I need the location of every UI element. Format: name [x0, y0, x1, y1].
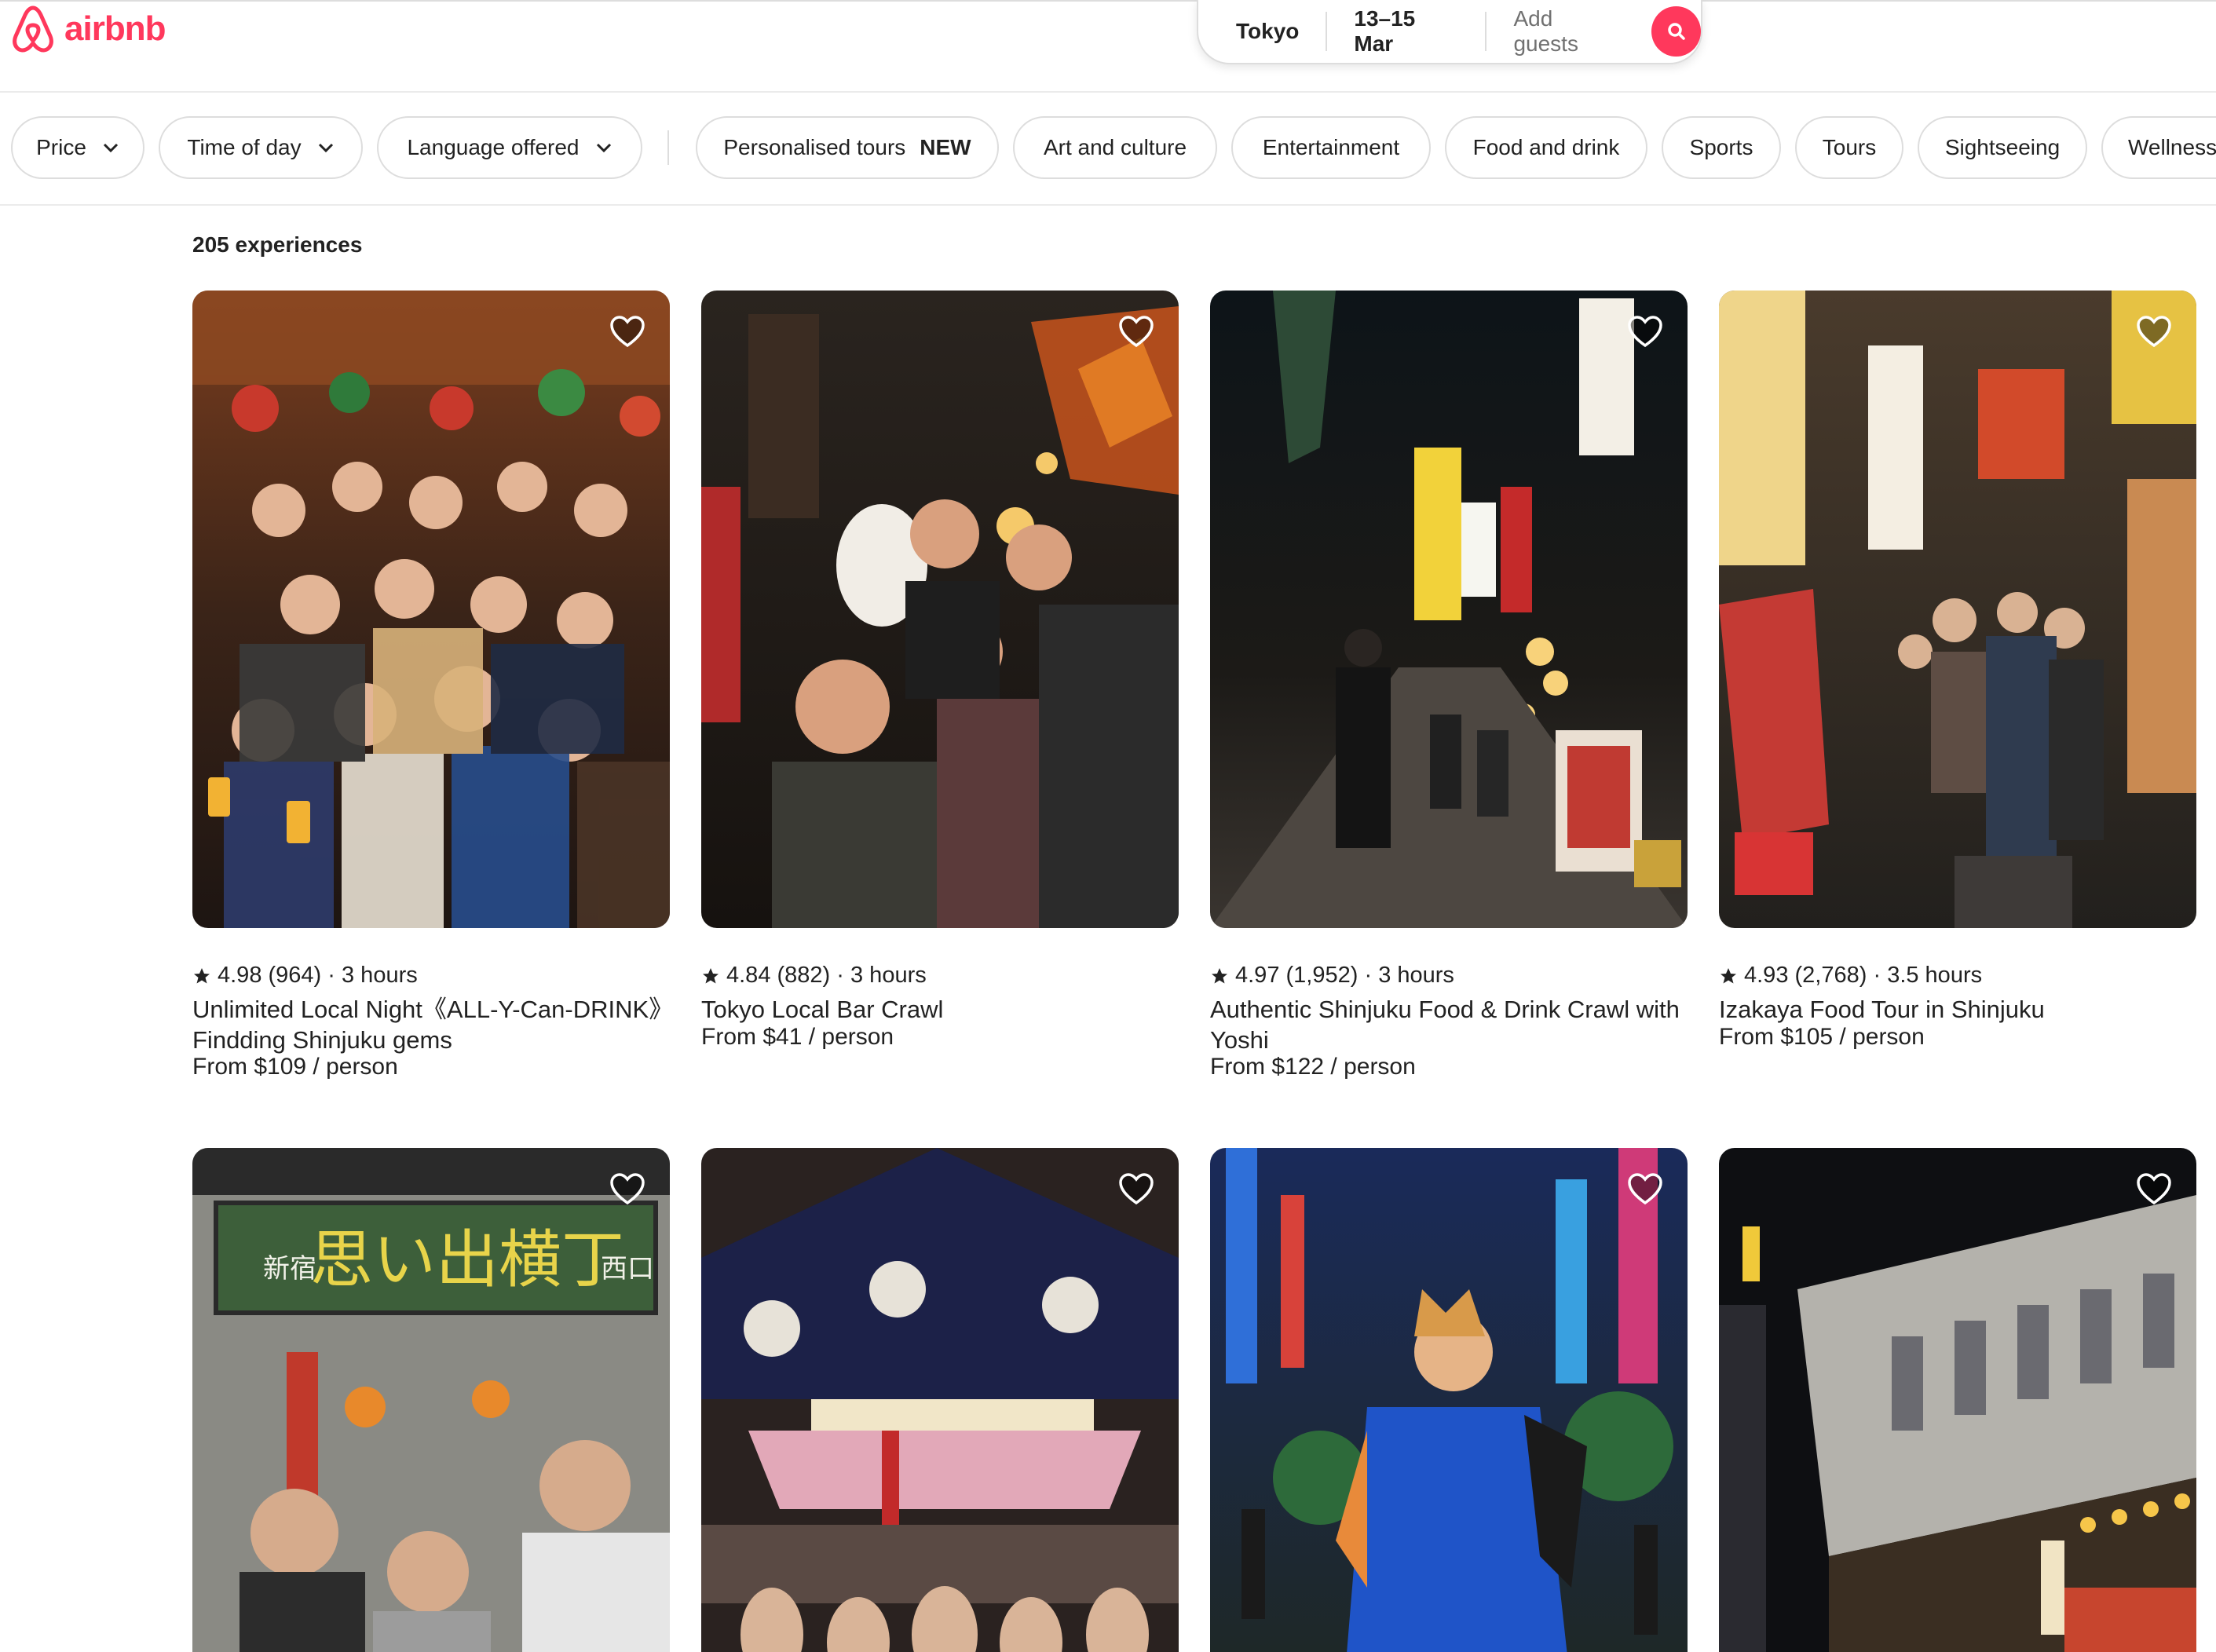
night-railway-street-photo — [1719, 1148, 2196, 1652]
listing-photo[interactable] — [1210, 291, 1688, 928]
listing-title[interactable]: Authentic Shinjuku Food & Drink Crawl wi… — [1210, 994, 1688, 1055]
heart-icon[interactable] — [609, 314, 646, 349]
filter-time-of-day[interactable]: Time of day — [159, 116, 363, 179]
izakaya-street-photo — [1719, 291, 2196, 928]
heart-icon[interactable] — [1626, 1171, 1664, 1206]
shinjuku-alley-night-photo — [1210, 291, 1688, 928]
listing-duration: 3.5 hours — [1887, 963, 1983, 988]
bar-crowd-photo — [192, 291, 670, 928]
listing-price: From $105 / person — [1719, 1024, 1925, 1050]
omoide-yokocho-photo: 新宿 思い出横丁 西口 — [192, 1148, 670, 1652]
brand-wordmark: airbnb — [64, 9, 166, 48]
listing-meta: 4.93 (2,768) · 3.5 hours — [1719, 963, 1982, 989]
filter-wellness[interactable]: Wellness — [2101, 116, 2216, 179]
heart-icon[interactable] — [1117, 314, 1155, 349]
listing-review-count: (882) — [777, 963, 831, 988]
listing-price: From $122 / person — [1210, 1054, 1416, 1080]
filter-personalised-tours[interactable]: Personalised tours NEW — [696, 116, 999, 179]
filter-price[interactable]: Price — [11, 116, 144, 179]
listing-photo[interactable] — [1210, 1148, 1688, 1652]
chevron-down-icon — [318, 143, 333, 153]
search-guests[interactable]: Add guests — [1486, 6, 1648, 56]
filter-language-offered[interactable]: Language offered — [377, 116, 642, 179]
listing-price: From $41 / person — [701, 1024, 894, 1050]
results-count: 205 experiences — [192, 232, 363, 257]
listing-photo[interactable] — [1719, 1148, 2196, 1652]
chevron-down-icon — [596, 143, 611, 153]
sumo-arena-photo — [701, 1148, 1179, 1652]
listing-review-count: (964) — [268, 963, 322, 988]
listing-review-count: (2,768) — [1794, 963, 1867, 988]
top-border — [0, 0, 2216, 2]
filter-time-of-day-label: Time of day — [187, 135, 302, 159]
filter-food-and-drink[interactable]: Food and drink — [1445, 116, 1647, 179]
filter-price-label: Price — [36, 135, 86, 159]
heart-icon[interactable] — [609, 1171, 646, 1206]
filter-sightseeing[interactable]: Sightseeing — [1918, 116, 2087, 179]
listing-photo[interactable] — [192, 291, 670, 928]
search-location[interactable]: Tokyo — [1198, 12, 1326, 51]
listing-rating: 4.97 — [1235, 963, 1280, 988]
heart-icon[interactable] — [1117, 1171, 1155, 1206]
listing-duration: 3 hours — [342, 963, 418, 988]
filter-sports[interactable]: Sports — [1662, 116, 1781, 179]
listing-meta: 4.97 (1,952) · 3 hours — [1210, 963, 1454, 989]
listing-rating: 4.84 — [726, 963, 771, 988]
heart-icon[interactable] — [1626, 314, 1664, 349]
listing-review-count: (1,952) — [1285, 963, 1358, 988]
sign-omoide-yokocho: 思い出横丁 — [310, 1223, 624, 1296]
listing-title[interactable]: Izakaya Food Tour in Shinjuku — [1719, 994, 2196, 1025]
filter-art-and-culture[interactable]: Art and culture — [1013, 116, 1217, 179]
listing-photo[interactable] — [701, 291, 1179, 928]
search-icon — [1667, 23, 1685, 40]
listing-rating: 4.98 — [218, 963, 262, 988]
listing-photo[interactable] — [1719, 291, 2196, 928]
listing-duration: 3 hours — [1378, 963, 1454, 988]
filter-bar: Price Time of day Language offered Perso… — [0, 93, 2216, 206]
listing-photo[interactable] — [701, 1148, 1179, 1652]
listing-rating: 4.93 — [1744, 963, 1789, 988]
sign-shinjuku: 新宿 — [263, 1253, 316, 1285]
listing-duration: 3 hours — [850, 963, 927, 988]
search-dates[interactable]: 13–15 Mar — [1326, 6, 1487, 56]
chevron-down-icon — [103, 143, 118, 153]
airbnb-logo-icon — [13, 5, 53, 53]
filter-language-label: Language offered — [407, 135, 580, 159]
new-badge: NEW — [920, 135, 971, 159]
filter-divider — [667, 130, 669, 165]
filter-tours[interactable]: Tours — [1795, 116, 1903, 179]
top-header: airbnb Tokyo 13–15 Mar Add guests — [0, 0, 2216, 93]
search-button[interactable] — [1651, 6, 1701, 57]
star-icon — [703, 967, 719, 983]
heart-icon[interactable] — [2135, 314, 2173, 349]
star-icon — [1212, 967, 1227, 983]
listing-title[interactable]: Tokyo Local Bar Crawl — [701, 994, 1179, 1025]
search-bar[interactable]: Tokyo 13–15 Mar Add guests — [1197, 0, 1702, 64]
listing-meta: 4.98 (964) · 3 hours — [192, 963, 418, 989]
star-icon — [194, 967, 210, 983]
airbnb-logo[interactable]: airbnb — [9, 3, 166, 55]
filter-personalised-label: Personalised tours — [723, 135, 906, 159]
listing-price: From $109 / person — [192, 1054, 398, 1080]
heart-icon[interactable] — [2135, 1171, 2173, 1206]
sign-nishiguchi: 西口 — [601, 1253, 654, 1285]
alley-group-photo — [701, 291, 1179, 928]
star-icon — [1721, 967, 1736, 983]
filter-entertainment[interactable]: Entertainment — [1231, 116, 1431, 179]
listing-title[interactable]: Unlimited Local Night《ALL-Y-Can-DRINK》Fi… — [192, 994, 670, 1055]
listing-photo[interactable]: 新宿 思い出横丁 西口 — [192, 1148, 670, 1652]
listing-meta: 4.84 (882) · 3 hours — [701, 963, 927, 989]
neon-street-portrait-photo — [1210, 1148, 1688, 1652]
